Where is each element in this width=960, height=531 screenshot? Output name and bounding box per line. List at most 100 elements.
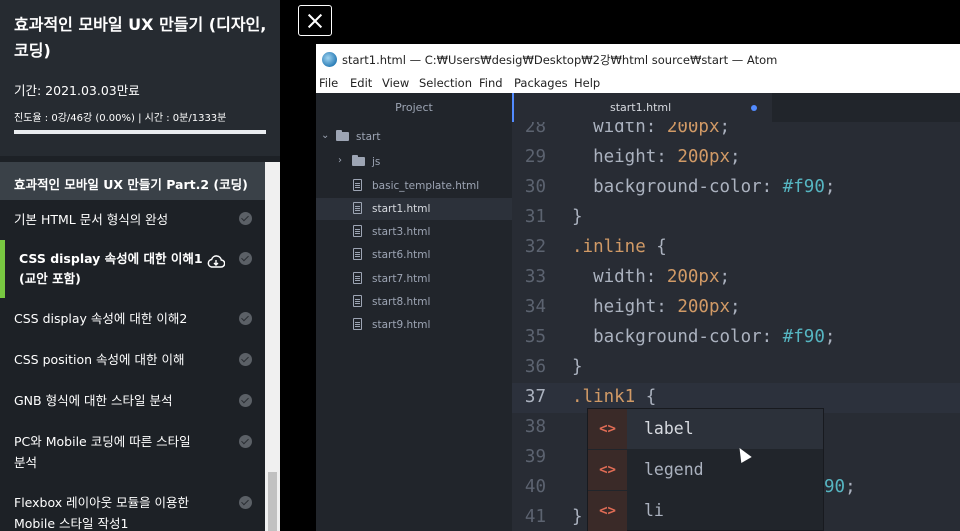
code-text: .inline { [572, 237, 667, 257]
file-icon [353, 272, 362, 284]
menu-packages[interactable]: Packages [514, 76, 568, 90]
line-number: 41 [524, 507, 546, 527]
lesson-label: 기본 HTML 문서 형식의 완성 [14, 212, 169, 227]
code-text: } [572, 507, 583, 527]
file-icon [353, 248, 362, 260]
file-icon [353, 318, 362, 330]
folder-icon [352, 155, 365, 166]
tag-icon: <> [588, 409, 627, 449]
tree-folder-js[interactable]: › js [316, 151, 512, 173]
line-number: 34 [524, 297, 546, 317]
code-line[interactable]: 29 height: 200px; [512, 143, 960, 173]
modified-dot-icon[interactable] [751, 105, 757, 111]
lesson-check-icon [239, 252, 252, 265]
line-number: 33 [524, 267, 546, 287]
line-number: 30 [524, 177, 546, 197]
code-line[interactable]: 33 width: 200px; [512, 263, 960, 293]
lesson-check-icon [239, 394, 252, 407]
section-title[interactable]: 효과적인 모바일 UX 만들기 Part.2 (코딩) [0, 162, 265, 200]
line-number: 35 [524, 327, 546, 347]
code-text: height: 200px; [572, 297, 741, 317]
code-line[interactable]: 36} [512, 353, 960, 383]
line-number: 36 [524, 357, 546, 377]
lesson-check-icon [239, 435, 252, 448]
line-number: 32 [524, 237, 546, 257]
file-icon [353, 295, 362, 307]
lesson-label: GNB 형식에 대한 스타일 분석 [14, 393, 173, 408]
tree-file[interactable]: start7.html [316, 268, 512, 290]
code-line[interactable]: 31} [512, 203, 960, 233]
course-progress-text: 진도율 : 0강/46강 (0.00%) | 시간 : 0분/1333분 [14, 113, 227, 124]
menu-view[interactable]: View [382, 76, 409, 90]
autocomplete-item[interactable]: <> legend [588, 450, 823, 490]
course-progress-bar [14, 130, 266, 134]
code-line[interactable]: 35 background-color: #f90; [512, 323, 960, 353]
line-number: 38 [524, 417, 546, 437]
line-number: 28 [524, 122, 546, 137]
menu-help[interactable]: Help [574, 76, 600, 90]
tab-start1[interactable]: start1.html [512, 93, 772, 122]
lesson-check-icon [239, 212, 252, 225]
code-text: background-color: #f90; [572, 177, 836, 197]
lesson-item[interactable]: CSS display 속성에 대한 이해2 [0, 298, 265, 340]
lesson-list: 효과적인 모바일 UX 만들기 Part.2 (코딩) 기본 HTML 문서 형… [0, 162, 265, 531]
code-text: width: 200px; [572, 122, 731, 137]
close-icon[interactable] [298, 5, 332, 36]
line-number: 40 [524, 477, 546, 497]
file-icon [353, 202, 362, 214]
lesson-label-extra: 분석 [14, 455, 38, 470]
folder-icon [336, 130, 349, 141]
code-text: height: 200px; [572, 147, 741, 167]
chevron-down-icon: ⌄ [321, 130, 330, 141]
tree-header[interactable]: Project [316, 93, 512, 122]
tag-icon: <> [588, 491, 627, 531]
lesson-check-icon [239, 312, 252, 325]
lesson-label: Flexbox 레이아웃 모듈을 이용한 [14, 495, 190, 510]
cloud-download-icon[interactable] [207, 254, 226, 268]
lesson-item[interactable]: PC와 Mobile 코딩에 따른 스타일 분석 [0, 422, 265, 483]
tree-folder-root[interactable]: ⌄ start [316, 126, 512, 148]
tab-bar: start1.html [512, 93, 960, 122]
code-text: } [572, 207, 583, 227]
lesson-label: PC와 Mobile 코딩에 따른 스타일 [14, 434, 191, 449]
tree-file[interactable]: start9.html [316, 314, 512, 336]
code-line[interactable]: 28 width: 200px; [512, 122, 960, 143]
window-title: start1.html — C:₩Users₩desig₩Desktop₩2강₩… [342, 53, 778, 67]
menu-edit[interactable]: Edit [350, 76, 372, 90]
code-line[interactable]: 34 height: 200px; [512, 293, 960, 323]
sidebar-scrollbar[interactable] [265, 162, 280, 531]
lesson-label-extra: Mobile 스타일 작성1 [14, 516, 129, 531]
tree-file[interactable]: start3.html [316, 221, 512, 243]
window-titlebar: start1.html — C:₩Users₩desig₩Desktop₩2강₩… [316, 44, 960, 73]
lesson-item[interactable]: 기본 HTML 문서 형식의 완성 [0, 200, 265, 240]
autocomplete-item-selected[interactable]: <> label [588, 409, 823, 449]
menu-find[interactable]: Find [479, 76, 503, 90]
sidebar-scroll-thumb[interactable] [268, 472, 277, 531]
chevron-right-icon: › [338, 155, 342, 166]
lesson-item[interactable]: Flexbox 레이아웃 모듈을 이용한 Mobile 스타일 작성1 [0, 483, 265, 531]
tree-file-selected[interactable]: start1.html [316, 198, 512, 220]
autocomplete-item[interactable]: <> li [588, 491, 823, 531]
line-number: 29 [524, 147, 546, 167]
code-line[interactable]: 32 .inline { [512, 233, 960, 263]
tree-file[interactable]: start6.html [316, 244, 512, 266]
lesson-label: CSS position 속성에 대한 이해 [14, 352, 185, 367]
line-number: 31 [524, 207, 546, 227]
tree-file[interactable]: basic_template.html [316, 175, 512, 197]
code-text-tail: 90; [824, 477, 856, 497]
lesson-item-active[interactable]: CSS display 속성에 대한 이해1 (교안 포함) [0, 240, 265, 298]
code-text: background-color: #f90; [572, 327, 836, 347]
code-line[interactable]: 30 background-color: #f90; [512, 173, 960, 203]
line-number: 37 [524, 387, 546, 407]
code-text: width: 200px; [572, 267, 731, 287]
lesson-check-icon [239, 496, 252, 509]
course-sidebar: 효과적인 모바일 UX 만들기 (디자인, 코딩) 기간: 2021.03.03… [0, 0, 280, 531]
lesson-item[interactable]: GNB 형식에 대한 스타일 분석 [0, 381, 265, 422]
menu-selection[interactable]: Selection [419, 76, 472, 90]
course-period: 기간: 2021.03.03만료 [14, 83, 140, 98]
lesson-item[interactable]: CSS position 속성에 대한 이해 [0, 340, 265, 381]
code-text: .link1 { [572, 387, 657, 407]
menu-file[interactable]: File [319, 76, 338, 90]
line-number: 39 [524, 447, 546, 467]
tree-file[interactable]: start8.html [316, 291, 512, 313]
